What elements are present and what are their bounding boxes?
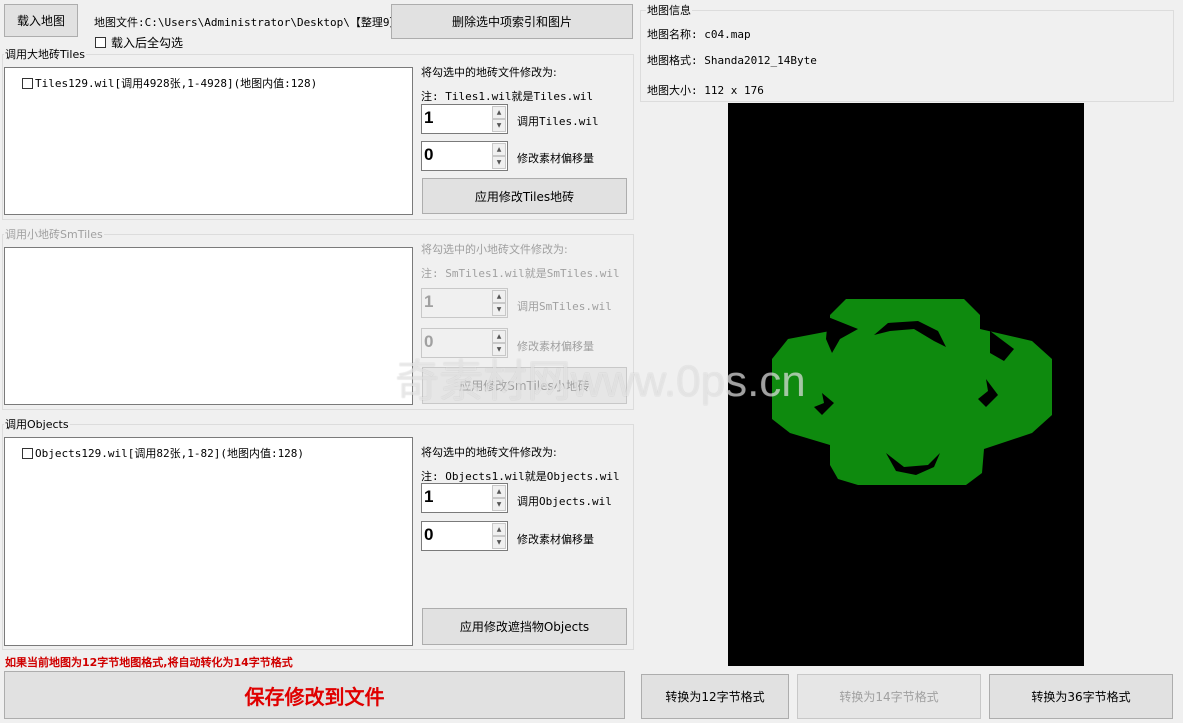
spinner-value: 1 [424, 292, 434, 311]
spinner-value: 0 [424, 332, 434, 351]
spin-up-icon[interactable]: ▲ [492, 106, 506, 119]
objects-value-spinner[interactable]: 1 ▲ ▼ [421, 483, 508, 513]
map-file-path: 地图文件:C:\Users\Administrator\Desktop\【整理9… [94, 16, 408, 29]
apply-objects-button[interactable]: 应用修改遮挡物Objects [422, 608, 627, 645]
spinner-value: 0 [424, 525, 434, 544]
smtiles-value-spinner: 1 ▲ ▼ [421, 288, 508, 318]
objects-listbox[interactable]: Objects129.wil[调用82张,1-82](地图内值:128) [4, 437, 413, 646]
smtiles-listbox[interactable] [4, 247, 413, 405]
format-warning: 如果当前地图为12字节地图格式,将自动转化为14字节格式 [5, 656, 293, 669]
convert-14byte-button: 转换为14字节格式 [797, 674, 981, 719]
tiles-value-spinner[interactable]: 1 ▲ ▼ [421, 104, 508, 134]
apply-tiles-button[interactable]: 应用修改Tiles地砖 [422, 178, 627, 214]
list-item[interactable]: Objects129.wil[调用82张,1-82](地图内值:128) [22, 445, 304, 461]
tiles-legend: 调用大地砖Tiles [4, 46, 86, 62]
objects-legend: 调用Objects [4, 416, 70, 432]
objects-offset-label: 修改素材偏移量 [517, 533, 594, 546]
smtiles-note: 注: SmTiles1.wil就是SmTiles.wil [421, 267, 620, 280]
tiles-offset-label: 修改素材偏移量 [517, 152, 594, 165]
spin-down-icon[interactable]: ▼ [492, 156, 506, 169]
spin-down-icon[interactable]: ▼ [492, 119, 506, 132]
list-item[interactable]: Tiles129.wil[调用4928张,1-4928](地图内值:128) [22, 75, 317, 91]
item-checkbox[interactable] [22, 77, 33, 89]
smtiles-legend: 调用小地砖SmTiles [4, 226, 104, 242]
tiles-value-suffix: 调用Tiles.wil [517, 115, 599, 128]
spin-down-icon: ▼ [492, 303, 506, 316]
spinner-value: 1 [424, 108, 434, 127]
delete-selected-button[interactable]: 删除选中项索引和图片 [391, 4, 633, 39]
apply-smtiles-button: 应用修改SmTiles小地砖 [422, 367, 627, 404]
list-item-label: Objects129.wil[调用82张,1-82](地图内值:128) [35, 447, 305, 460]
spinner-value: 1 [424, 487, 434, 506]
list-item-label: Tiles129.wil[调用4928张,1-4928](地图内值:128) [35, 77, 318, 90]
select-all-checkbox[interactable]: 载入后全勾选 [95, 34, 183, 51]
objects-value-suffix: 调用Objects.wil [517, 495, 612, 508]
smtiles-offset-label: 修改素材偏移量 [517, 340, 594, 353]
map-info-content: 地图名称: c04.map 地图格式: Shanda2012_14Byte 地图… [640, 10, 1174, 102]
map-name: 地图名称: c04.map [647, 28, 751, 41]
tiles-change-label: 将勾选中的地砖文件修改为: [421, 66, 557, 79]
tiles-note: 注: Tiles1.wil就是Tiles.wil [421, 90, 594, 103]
save-to-file-button[interactable]: 保存修改到文件 [4, 671, 625, 719]
spin-up-icon[interactable]: ▲ [492, 523, 506, 536]
spin-up-icon: ▲ [492, 290, 506, 303]
map-preview-canvas [772, 299, 1052, 485]
map-preview[interactable] [728, 103, 1084, 666]
smtiles-change-label: 将勾选中的小地砖文件修改为: [421, 243, 568, 256]
spin-up-icon[interactable]: ▲ [492, 485, 506, 498]
spin-up-icon[interactable]: ▲ [492, 143, 506, 156]
load-map-button[interactable]: 载入地图 [4, 4, 78, 37]
convert-36byte-button[interactable]: 转换为36字节格式 [989, 674, 1173, 719]
spin-down-icon[interactable]: ▼ [492, 498, 506, 511]
spin-up-icon: ▲ [492, 330, 506, 343]
item-checkbox[interactable] [22, 447, 33, 459]
smtiles-offset-spinner: 0 ▲ ▼ [421, 328, 508, 358]
select-all-label: 载入后全勾选 [111, 36, 184, 50]
tiles-offset-spinner[interactable]: 0 ▲ ▼ [421, 141, 508, 171]
map-size: 地图大小: 112 x 176 [647, 84, 764, 97]
spin-down-icon: ▼ [492, 343, 506, 356]
tiles-listbox[interactable]: Tiles129.wil[调用4928张,1-4928](地图内值:128) [4, 67, 413, 215]
objects-note: 注: Objects1.wil就是Objects.wil [421, 470, 620, 483]
map-format: 地图格式: Shanda2012_14Byte [647, 54, 817, 67]
spin-down-icon[interactable]: ▼ [492, 536, 506, 549]
smtiles-value-suffix: 调用SmTiles.wil [517, 300, 612, 313]
checkbox-box[interactable] [95, 37, 106, 48]
objects-change-label: 将勾选中的地砖文件修改为: [421, 446, 557, 459]
spinner-value: 0 [424, 145, 434, 164]
convert-12byte-button[interactable]: 转换为12字节格式 [641, 674, 789, 719]
objects-offset-spinner[interactable]: 0 ▲ ▼ [421, 521, 508, 551]
